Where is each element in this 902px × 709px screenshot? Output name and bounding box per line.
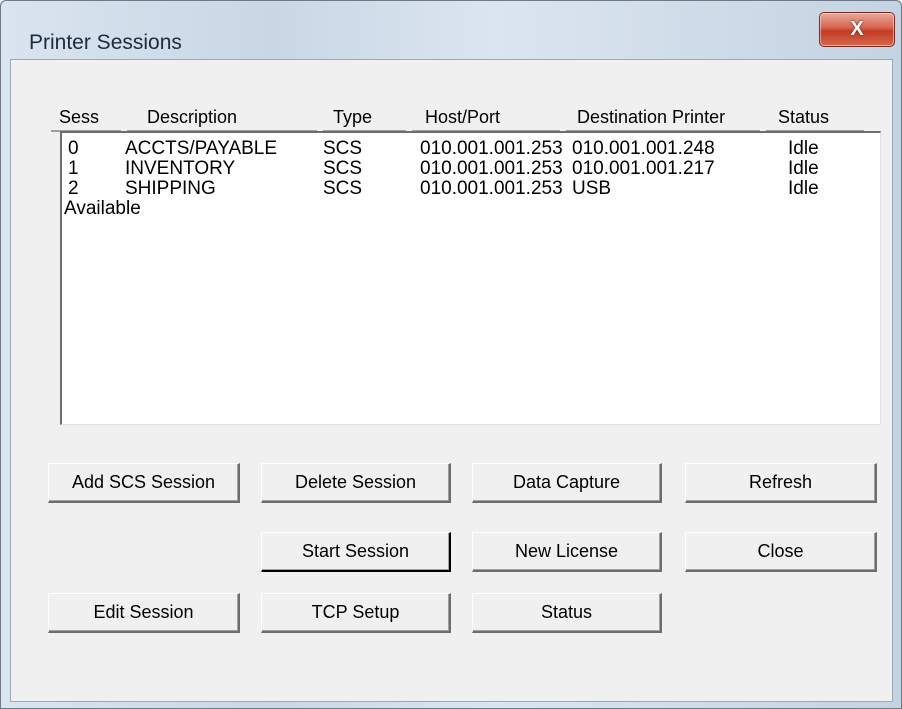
list-item[interactable]: 2 SHIPPING SCS 010.001.001.253 USB Idle (62, 179, 880, 199)
start-session-button[interactable]: Start Session (261, 532, 451, 572)
session-host-port: 010.001.001.253 (420, 138, 563, 159)
column-header-description[interactable]: Description (147, 107, 237, 128)
column-header-sess[interactable]: Sess (59, 107, 99, 128)
session-type: SCS (323, 178, 363, 199)
column-header-destination-printer[interactable]: Destination Printer (577, 107, 725, 128)
column-header-host-port[interactable]: Host/Port (425, 107, 500, 128)
session-host-port: 010.001.001.253 (420, 158, 563, 179)
session-description: ACCTS/PAYABLE (125, 138, 278, 159)
session-description: INVENTORY (125, 158, 236, 179)
session-number: 2 (68, 178, 79, 199)
available-label: Available (64, 198, 141, 219)
list-item[interactable]: 1 INVENTORY SCS 010.001.001.253 010.001.… (62, 159, 880, 179)
session-type: SCS (323, 158, 363, 179)
session-number: 0 (68, 138, 79, 159)
data-capture-button[interactable]: Data Capture (472, 463, 662, 503)
printer-sessions-window: Printer Sessions X Sess Description Type… (0, 0, 902, 709)
session-type: SCS (323, 138, 363, 159)
session-number: 1 (68, 158, 79, 179)
window-close-button[interactable]: X (819, 12, 895, 47)
session-destination: 010.001.001.217 (572, 158, 715, 179)
add-scs-session-button[interactable]: Add SCS Session (48, 463, 240, 503)
refresh-button[interactable]: Refresh (685, 463, 877, 503)
close-button[interactable]: Close (685, 532, 877, 572)
edit-session-button[interactable]: Edit Session (48, 593, 240, 633)
session-list-header: Sess Description Type Host/Port Destinat… (51, 103, 880, 133)
session-host-port: 010.001.001.253 (420, 178, 563, 199)
session-list[interactable]: 0 ACCTS/PAYABLE SCS 010.001.001.253 010.… (60, 131, 881, 425)
session-destination: 010.001.001.248 (572, 138, 715, 159)
session-status: Idle (788, 178, 819, 199)
session-status: Idle (788, 158, 819, 179)
delete-session-button[interactable]: Delete Session (261, 463, 451, 503)
session-description: SHIPPING (125, 178, 216, 199)
column-header-type[interactable]: Type (333, 107, 372, 128)
window-title: Printer Sessions (29, 31, 182, 54)
session-destination: USB (572, 178, 612, 199)
title-bar[interactable]: Printer Sessions X (1, 1, 901, 59)
list-item[interactable]: 0 ACCTS/PAYABLE SCS 010.001.001.253 010.… (62, 139, 880, 159)
list-item-available[interactable]: Available (62, 199, 880, 219)
column-header-status[interactable]: Status (778, 107, 829, 128)
new-license-button[interactable]: New License (472, 532, 662, 572)
close-icon: X (850, 18, 864, 40)
status-button[interactable]: Status (472, 593, 662, 633)
session-status: Idle (788, 138, 819, 159)
tcp-setup-button[interactable]: TCP Setup (261, 593, 451, 633)
